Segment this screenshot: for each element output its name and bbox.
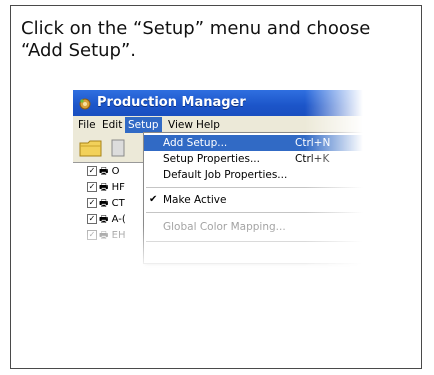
setup-dropdown-menu: Add Setup... Ctrl+N Setup Properties... …: [143, 132, 363, 264]
printer-icon: 🖶: [99, 230, 109, 241]
screenshot-inset: Production Manager File Edit Setup View …: [73, 90, 363, 270]
menu-item-add-setup[interactable]: Add Setup... Ctrl+N: [144, 135, 363, 151]
checkmark-icon: ✔: [149, 194, 158, 205]
save-icon[interactable]: [111, 138, 125, 162]
shortcut-label: Ctrl+N: [295, 137, 331, 149]
menu-setup[interactable]: Setup: [125, 117, 162, 133]
menu-separator: [146, 212, 363, 213]
window-title: Production Manager: [97, 95, 246, 110]
checkbox-icon[interactable]: ✓: [87, 230, 97, 240]
printer-icon: 🖶: [99, 182, 109, 193]
tree-item[interactable]: ✓ 🖶 A-(: [87, 213, 126, 227]
menu-edit[interactable]: Edit: [99, 117, 125, 133]
checkbox-icon[interactable]: ✓: [87, 214, 97, 224]
tree-item[interactable]: ✓ 🖶 EH: [87, 229, 125, 243]
menu-item-global-color-mapping: Global Color Mapping...: [163, 221, 286, 233]
menu-help[interactable]: Help: [193, 117, 223, 133]
menu-view[interactable]: View: [165, 117, 196, 133]
instruction-text: Click on the “Setup” menu and choose “Ad…: [21, 18, 371, 61]
window-titlebar: Production Manager: [73, 90, 363, 116]
checkbox-icon[interactable]: ✓: [87, 182, 97, 192]
menu-item-setup-properties[interactable]: Setup Properties... Ctrl+K: [144, 151, 363, 167]
menu-separator: [146, 241, 363, 242]
menu-item-make-active[interactable]: ✔ Make Active: [144, 192, 363, 208]
app-gear-icon: [78, 96, 92, 110]
tree-item[interactable]: ✓ 🖶 O: [87, 165, 120, 179]
checkbox-icon[interactable]: ✓: [87, 166, 97, 176]
printer-icon: 🖶: [99, 214, 109, 225]
menu-file[interactable]: File: [75, 117, 99, 133]
printer-icon: 🖶: [99, 166, 109, 177]
menu-separator: [146, 187, 363, 188]
printer-icon: 🖶: [99, 198, 109, 209]
shortcut-label: Ctrl+K: [295, 153, 330, 165]
tree-item[interactable]: ✓ 🖶 CT: [87, 197, 125, 211]
open-folder-icon[interactable]: [79, 138, 103, 162]
menu-item-default-job-properties[interactable]: Default Job Properties...: [144, 167, 363, 183]
tree-item[interactable]: ✓ 🖶 HF: [87, 181, 125, 195]
checkbox-icon[interactable]: ✓: [87, 198, 97, 208]
tutorial-card: Click on the “Setup” menu and choose “Ad…: [10, 5, 422, 369]
